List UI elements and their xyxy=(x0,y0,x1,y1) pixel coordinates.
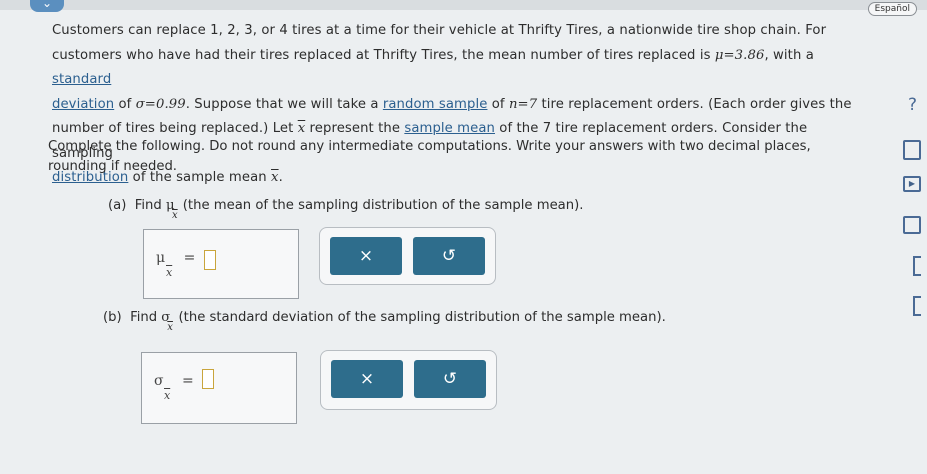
video-icon[interactable]: ▶ xyxy=(903,176,921,192)
top-bar xyxy=(0,0,927,10)
calculator-icon[interactable] xyxy=(903,140,921,160)
undo-button[interactable]: ↺ xyxy=(414,360,486,398)
part-a-description: (the mean of the sampling distribution o… xyxy=(182,198,584,213)
xbar-subscript: x xyxy=(166,266,173,279)
problem-line-1: Customers can replace 1, 2, 3, or 4 tire… xyxy=(52,23,827,38)
collapse-chevron-icon[interactable]: ⌄ xyxy=(30,0,64,12)
mu-value: μ=3.86 xyxy=(714,47,765,63)
part-b-answer-label: σx = xyxy=(154,373,194,402)
sigma-xbar-symbol: σx xyxy=(161,310,173,333)
mu-xbar-symbol: μx xyxy=(166,198,178,221)
problem-text: number of tires being replaced.) Let xyxy=(52,121,298,136)
part-b-answer-box: σx = xyxy=(141,352,297,424)
problem-text: tire replacement orders. (Each order giv… xyxy=(537,96,852,112)
problem-text: , with a xyxy=(764,47,814,63)
instructions: Complete the following. Do not round any… xyxy=(48,139,811,174)
data-table-icon[interactable] xyxy=(903,216,921,234)
part-a-answer-label: μx = xyxy=(156,250,196,279)
part-a-label: (a) xyxy=(108,198,127,213)
part-b-prompt: (b) Find σx (the standard deviation of t… xyxy=(103,310,666,333)
standard-link[interactable]: standard xyxy=(52,72,111,87)
part-b-description: (the standard deviation of the sampling … xyxy=(178,310,666,325)
problem-text: represent the xyxy=(305,121,405,136)
sigma-symbol: σ xyxy=(154,373,164,389)
xbar-subscript: x xyxy=(164,389,171,402)
problem-text: customers who have had their tires repla… xyxy=(52,47,715,63)
part-a-prompt: (a) Find μx (the mean of the sampling di… xyxy=(108,198,584,221)
problem-line-2: customers who have had their tires repla… xyxy=(52,44,864,93)
problem-text: . Suppose that we will take a xyxy=(185,96,383,112)
part-a-find: Find xyxy=(134,198,162,213)
part-b-label: (b) xyxy=(103,310,122,325)
textbook-icon[interactable] xyxy=(913,256,921,276)
xbar-subscript: x xyxy=(167,322,173,333)
random-sample-link[interactable]: random sample xyxy=(383,97,488,112)
n-value: n=7 xyxy=(508,96,538,112)
notes-icon[interactable] xyxy=(913,296,921,316)
deviation-link[interactable]: deviation xyxy=(52,97,114,112)
part-a-answer-box: μx = xyxy=(143,229,299,299)
part-a-answer-input[interactable] xyxy=(204,250,216,270)
clear-button[interactable]: × xyxy=(330,237,402,275)
equals-sign: = xyxy=(183,250,196,266)
language-toggle[interactable]: Español xyxy=(867,2,917,16)
sample-mean-link[interactable]: sample mean xyxy=(404,121,495,136)
sigma-value: σ=0.99 xyxy=(135,96,186,112)
xbar-subscript: x xyxy=(172,210,178,221)
part-a-button-group: × ↺ xyxy=(319,227,496,285)
clear-button[interactable]: × xyxy=(331,360,403,398)
problem-line-3: deviation of σ=0.99. Suppose that we wil… xyxy=(52,93,864,118)
undo-button[interactable]: ↺ xyxy=(413,237,485,275)
part-b-answer-input[interactable] xyxy=(202,369,214,389)
help-icon[interactable]: ? xyxy=(908,95,917,115)
problem-text: of xyxy=(114,96,136,112)
equals-sign: = xyxy=(182,373,194,389)
problem-text: of xyxy=(487,96,509,112)
mu-symbol: μ xyxy=(156,250,166,266)
part-b-button-group: × ↺ xyxy=(320,350,497,410)
part-b-find: Find xyxy=(130,310,158,325)
